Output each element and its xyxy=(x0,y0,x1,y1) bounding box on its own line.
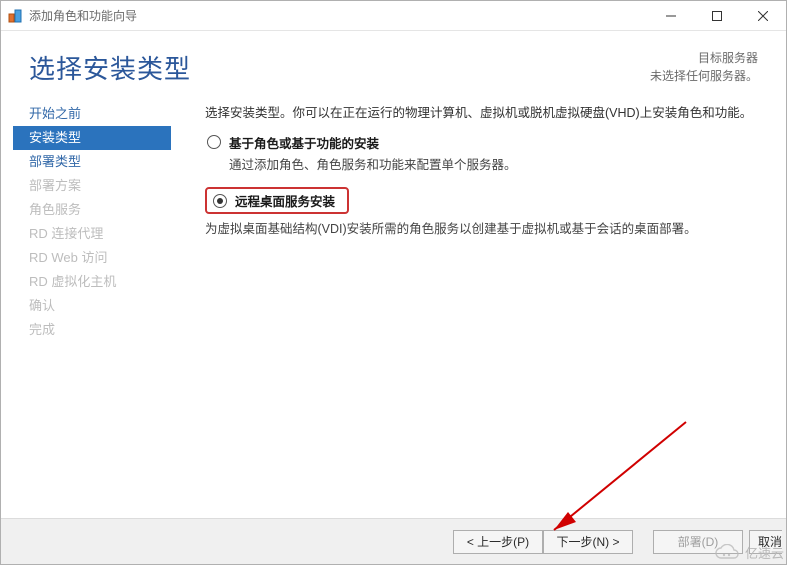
options: 基于角色或基于功能的安装通过添加角色、角色服务和功能来配置单个服务器。远程桌面服… xyxy=(205,133,758,237)
body: 开始之前安装类型部署类型部署方案角色服务RD 连接代理RD Web 访问RD 虚… xyxy=(1,92,786,518)
sidebar-item-8: 确认 xyxy=(13,294,193,318)
option-title: 基于角色或基于功能的安装 xyxy=(229,133,758,152)
option-desc: 通过添加角色、角色服务和功能来配置单个服务器。 xyxy=(229,154,758,173)
install-type-option-0[interactable]: 基于角色或基于功能的安装通过添加角色、角色服务和功能来配置单个服务器。 xyxy=(205,133,758,173)
radio-icon[interactable] xyxy=(207,135,221,149)
sidebar-item-3: 部署方案 xyxy=(13,174,193,198)
previous-button[interactable]: < 上一步(P) xyxy=(453,530,543,554)
sidebar-item-1[interactable]: 安装类型 xyxy=(13,126,171,150)
destination-status: 未选择任何服务器。 xyxy=(650,67,758,85)
footer: < 上一步(P) 下一步(N) > 部署(D) 取消 xyxy=(1,518,786,564)
maximize-button[interactable] xyxy=(694,1,740,31)
app-icon xyxy=(7,8,23,24)
content: 选择安装类型。你可以在正在运行的物理计算机、虚拟机或脱机虚拟硬盘(VHD)上安装… xyxy=(193,92,786,518)
option-highlight: 远程桌面服务安装 xyxy=(205,187,349,214)
minimize-button[interactable] xyxy=(648,1,694,31)
destination-server: 目标服务器 未选择任何服务器。 xyxy=(650,49,758,85)
sidebar-item-9: 完成 xyxy=(13,318,193,342)
window-title: 添加角色和功能向导 xyxy=(29,7,137,24)
intro-text: 选择安装类型。你可以在正在运行的物理计算机、虚拟机或脱机虚拟硬盘(VHD)上安装… xyxy=(205,102,758,121)
sidebar: 开始之前安装类型部署类型部署方案角色服务RD 连接代理RD Web 访问RD 虚… xyxy=(1,92,193,518)
close-button[interactable] xyxy=(740,1,786,31)
sidebar-item-6: RD Web 访问 xyxy=(13,246,193,270)
sidebar-item-2[interactable]: 部署类型 xyxy=(13,150,193,174)
page-title: 选择安装类型 xyxy=(29,49,650,86)
install-type-option-1[interactable]: 远程桌面服务安装为虚拟桌面基础结构(VDI)安装所需的角色服务以创建基于虚拟机或… xyxy=(205,187,758,237)
header: 选择安装类型 目标服务器 未选择任何服务器。 xyxy=(1,31,786,92)
titlebar: 添加角色和功能向导 xyxy=(1,1,786,31)
radio-icon[interactable] xyxy=(213,194,227,208)
cancel-button[interactable]: 取消 xyxy=(749,530,782,554)
next-button[interactable]: 下一步(N) > xyxy=(543,530,633,554)
option-title: 远程桌面服务安装 xyxy=(235,191,335,210)
sidebar-item-5: RD 连接代理 xyxy=(13,222,193,246)
sidebar-item-7: RD 虚拟化主机 xyxy=(13,270,193,294)
option-desc: 为虚拟桌面基础结构(VDI)安装所需的角色服务以创建基于虚拟机或基于会话的桌面部… xyxy=(205,218,758,237)
wizard-window: 添加角色和功能向导 选择安装类型 目标服务器 未选择任何服务器。 开始之前安装类… xyxy=(0,0,787,565)
sidebar-item-0[interactable]: 开始之前 xyxy=(13,102,193,126)
destination-label: 目标服务器 xyxy=(650,49,758,67)
sidebar-item-4: 角色服务 xyxy=(13,198,193,222)
deploy-button[interactable]: 部署(D) xyxy=(653,530,743,554)
